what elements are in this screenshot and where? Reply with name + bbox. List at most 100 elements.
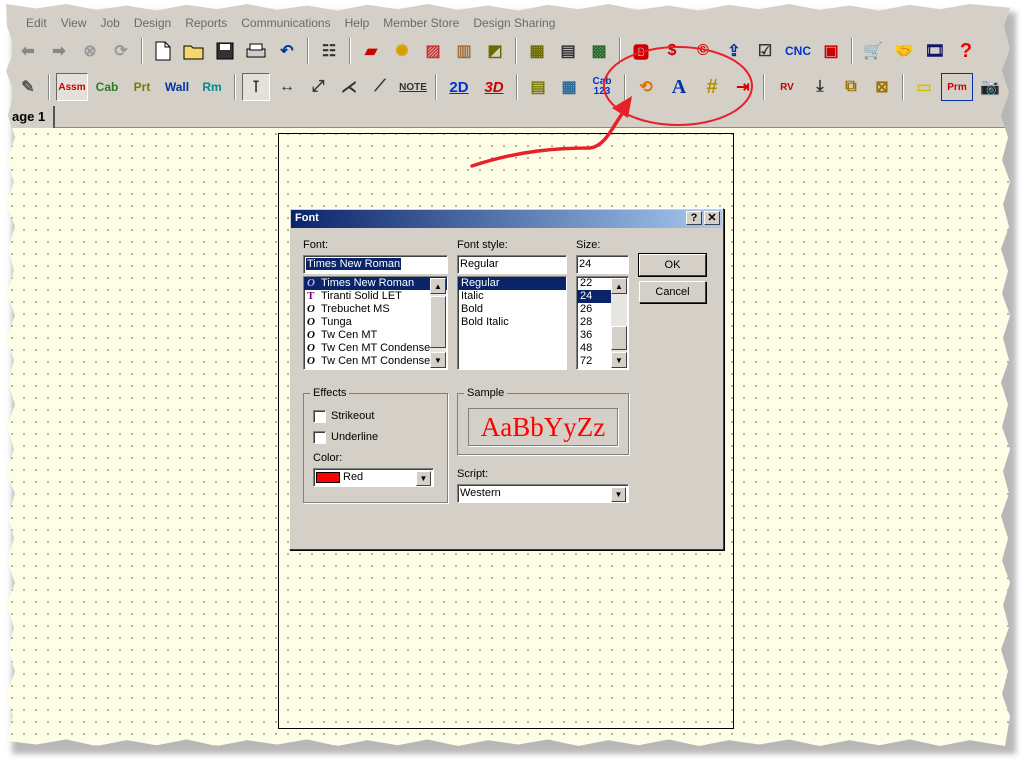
export-upload-icon[interactable]: ⇪ xyxy=(720,37,748,65)
font-tool-button[interactable]: A xyxy=(663,73,695,101)
diagonal-dimension-icon[interactable]: ⤢ xyxy=(304,73,332,101)
rotate-icon[interactable]: ⟲ xyxy=(632,73,660,101)
view-2d-button[interactable]: 2D xyxy=(443,73,475,101)
menu-member-store[interactable]: Member Store xyxy=(383,16,459,30)
list-item[interactable]: Regular xyxy=(458,277,566,290)
save-icon[interactable] xyxy=(211,37,239,65)
color-select[interactable]: Red ▼ xyxy=(313,468,434,487)
tab-page-1[interactable]: age 1 xyxy=(6,106,56,128)
size-input[interactable]: 24 xyxy=(576,255,629,274)
list-item[interactable]: O Tw Cen MT Condensed xyxy=(304,355,447,368)
font-name-input[interactable]: Times New Roman xyxy=(303,255,448,274)
menu-communications[interactable]: Communications xyxy=(241,16,330,30)
menu-edit[interactable]: Edit xyxy=(26,16,47,30)
scroll-down-icon[interactable]: ▼ xyxy=(430,352,446,368)
report-c-icon[interactable]: © xyxy=(689,37,717,65)
countertop-icon[interactable]: ◩ xyxy=(481,37,509,65)
report-b-icon[interactable]: 🅱 xyxy=(627,37,655,65)
help-button[interactable]: ? xyxy=(686,211,702,225)
shopping-cart-icon[interactable]: 🛒 xyxy=(859,37,887,65)
open-folder-icon[interactable] xyxy=(180,37,208,65)
note-button[interactable]: NOTE xyxy=(397,73,429,101)
menu-view[interactable]: View xyxy=(61,16,87,30)
scroll-down-icon[interactable]: ▼ xyxy=(611,352,627,368)
font-style-list[interactable]: Regular Italic Bold Bold Italic xyxy=(457,276,567,370)
underline-checkbox[interactable] xyxy=(313,431,326,444)
list-item[interactable]: O Trebuchet MS xyxy=(304,303,447,316)
font-list[interactable]: O Times New Roman T Tiranti Solid LET O Tre… xyxy=(303,276,448,370)
view-3d-button[interactable]: 3D xyxy=(478,73,510,101)
table-view-icon[interactable]: ▤ xyxy=(524,73,552,101)
font-style-input[interactable]: Regular xyxy=(457,255,567,274)
texture-icon[interactable]: ▨ xyxy=(419,37,447,65)
grid-hash-icon[interactable]: # xyxy=(698,73,726,101)
scroll-thumb[interactable] xyxy=(611,326,627,350)
copy-cabinet-icon[interactable]: ⧉ xyxy=(837,73,865,101)
pen-icon[interactable]: ✎ xyxy=(14,73,42,101)
parts-list-icon[interactable]: ▤ xyxy=(554,37,582,65)
scroll-up-icon[interactable]: ▲ xyxy=(430,278,446,294)
size-list[interactable]: 22 24 26 28 36 48 72 ▲ ▼ xyxy=(576,276,629,370)
undo-icon[interactable]: ↶ xyxy=(273,37,301,65)
angle-dimension-icon[interactable]: ⋌ xyxy=(335,73,363,101)
cab-button[interactable]: Cab xyxy=(91,73,123,101)
forward-arrow-icon[interactable]: ➡ xyxy=(45,37,73,65)
new-file-icon[interactable] xyxy=(149,37,177,65)
cab-123-button[interactable]: Cab 123 xyxy=(586,73,618,101)
ok-button[interactable]: OK xyxy=(638,253,707,277)
print-icon[interactable] xyxy=(242,37,270,65)
grid-view-icon[interactable]: ▦ xyxy=(555,73,583,101)
prm-button[interactable]: Prm xyxy=(941,73,973,101)
menu-reports[interactable]: Reports xyxy=(185,16,227,30)
leader-line-icon[interactable]: ⟋ xyxy=(366,73,394,101)
cancel-circle-icon[interactable]: ⊗ xyxy=(76,37,104,65)
list-item[interactable]: Italic xyxy=(458,290,566,303)
menu-help[interactable]: Help xyxy=(345,16,370,30)
list-item[interactable]: T Tiranti Solid LET xyxy=(304,290,447,303)
checklist-icon[interactable]: ☑ xyxy=(751,37,779,65)
prt-button[interactable]: Prt xyxy=(126,73,158,101)
handshake-icon[interactable]: 🤝 xyxy=(890,37,918,65)
scroll-thumb[interactable] xyxy=(430,296,446,348)
list-item[interactable]: O Tw Cen MT Condensed xyxy=(304,342,447,355)
note-paper-icon[interactable]: ▭ xyxy=(910,73,938,101)
cnc-button[interactable]: CNC xyxy=(782,37,814,65)
list-item[interactable]: O Tw Cen MT xyxy=(304,329,447,342)
help-question-icon[interactable]: ? xyxy=(952,37,980,65)
close-button[interactable]: ✕ xyxy=(704,211,720,225)
material-roll-icon[interactable]: ▰ xyxy=(357,37,385,65)
horizontal-dimension-icon[interactable]: ↔ xyxy=(273,73,301,101)
delete-cabinet-icon[interactable]: ⊠ xyxy=(868,73,896,101)
list-item[interactable]: 24 xyxy=(577,290,612,303)
rm-button[interactable]: Rm xyxy=(196,73,228,101)
list-item[interactable]: O Times New Roman xyxy=(304,277,447,290)
assm-button[interactable]: Assm xyxy=(56,73,88,101)
strikeout-checkbox[interactable] xyxy=(313,410,326,423)
menu-design-sharing[interactable]: Design Sharing xyxy=(473,16,555,30)
list-item[interactable]: Bold xyxy=(458,303,566,316)
list-item[interactable]: Bold Italic xyxy=(458,316,566,329)
video-icon[interactable]: 🎞 xyxy=(921,37,949,65)
door-style-icon[interactable]: ▥ xyxy=(450,37,478,65)
cancel-button[interactable]: Cancel xyxy=(639,281,706,303)
script-select[interactable]: Western ▼ xyxy=(457,484,629,503)
scroll-up-icon[interactable]: ▲ xyxy=(611,278,627,294)
vertical-dimension-icon[interactable]: ⊺ xyxy=(242,73,270,101)
grid-report-icon[interactable]: ▩ xyxy=(585,37,613,65)
list-item[interactable]: O Tunga xyxy=(304,316,447,329)
dropdown-arrow-icon[interactable]: ▼ xyxy=(611,487,626,502)
camera-icon[interactable]: 📷 xyxy=(976,73,1004,101)
settings-sliders-icon[interactable]: ☷ xyxy=(315,37,343,65)
menu-job[interactable]: Job xyxy=(100,16,119,30)
back-arrow-icon[interactable]: ⬅ xyxy=(14,37,42,65)
slope-line-icon[interactable]: ⤓ xyxy=(806,73,834,101)
size-list-scrollbar[interactable]: ▲ ▼ xyxy=(611,278,627,368)
font-list-scrollbar[interactable]: ▲ ▼ xyxy=(430,278,446,368)
layout-icon[interactable]: ▣ xyxy=(817,37,845,65)
menu-design[interactable]: Design xyxy=(134,16,171,30)
rv-button[interactable]: RV xyxy=(771,73,803,101)
light-bulb-icon[interactable]: ✺ xyxy=(388,37,416,65)
alert-arrow-icon[interactable]: ⇥ xyxy=(729,73,757,101)
wall-button[interactable]: Wall xyxy=(161,73,193,101)
report-cost-icon[interactable]: $ xyxy=(658,37,686,65)
